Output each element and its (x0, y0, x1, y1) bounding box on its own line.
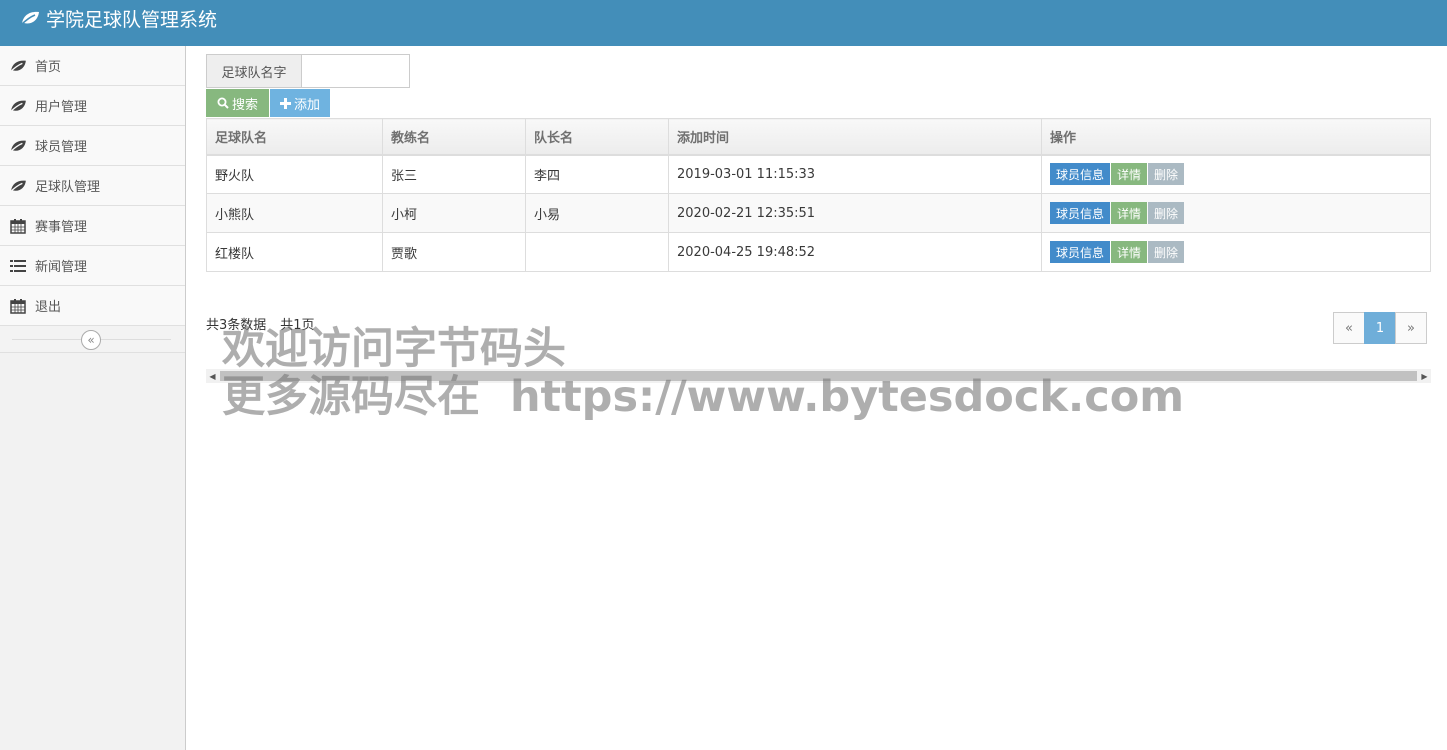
total-count-text: 共3条数据 (206, 318, 267, 333)
horizontal-scrollbar[interactable]: ◀ ▶ (206, 369, 1431, 383)
cell-actions: 球员信息 详情 删除 (1041, 193, 1431, 233)
sidebar-item-home[interactable]: 首页 (0, 46, 185, 86)
app-title: 学院足球队管理系统 (46, 8, 218, 31)
sidebar-collapse-button[interactable]: « (81, 330, 101, 350)
sidebar-item-label: 球员管理 (35, 140, 88, 155)
search-icon (217, 97, 229, 109)
cell-added-time: 2019-03-01 11:15:33 (668, 154, 1042, 194)
cell-captain: 李四 (525, 154, 669, 194)
cell-team: 红楼队 (206, 232, 383, 272)
add-button-label: 添加 (293, 97, 320, 113)
sidebar: 首页 用户管理 球员管理 足球队管理 赛事管理 新闻管理 退出 « (0, 46, 186, 750)
sidebar-item-matches[interactable]: 赛事管理 (0, 206, 185, 246)
player-info-button[interactable]: 球员信息 (1050, 202, 1110, 224)
detail-button[interactable]: 详情 (1111, 241, 1147, 263)
toolbar: 搜索 添加 (206, 89, 330, 117)
leaf-icon (9, 137, 27, 155)
leaf-icon (9, 97, 27, 115)
cell-actions: 球员信息 详情 删除 (1041, 232, 1431, 272)
leaf-icon (9, 177, 27, 195)
sidebar-item-users[interactable]: 用户管理 (0, 86, 185, 126)
delete-button[interactable]: 删除 (1148, 163, 1184, 186)
pagination: « 1 » (1333, 312, 1427, 344)
sidebar-item-label: 首页 (35, 60, 62, 75)
cell-team: 野火队 (206, 154, 383, 194)
leaf-icon (9, 57, 27, 75)
total-pages-text: 共1页 (280, 318, 315, 333)
sidebar-item-label: 赛事管理 (35, 220, 88, 235)
cell-coach: 小柯 (382, 193, 526, 233)
player-info-button[interactable]: 球员信息 (1050, 163, 1110, 186)
table-row: 小熊队 小柯 小易 2020-02-21 12:35:51 球员信息 详情 删除 (206, 193, 1431, 233)
table-row: 野火队 张三 李四 2019-03-01 11:15:33 球员信息 详情 删除 (206, 154, 1431, 194)
cell-captain (525, 232, 669, 272)
pagination-summary: 共3条数据 共1页 (206, 314, 315, 333)
sidebar-collapse-bar: « (0, 326, 185, 353)
sidebar-item-label: 足球队管理 (35, 180, 101, 195)
cell-team: 小熊队 (206, 193, 383, 233)
leaf-icon (20, 11, 39, 26)
scroll-right-arrow-icon[interactable]: ▶ (1418, 369, 1431, 383)
cell-captain: 小易 (525, 193, 669, 233)
column-header-coach[interactable]: 教练名 (382, 118, 526, 156)
detail-button[interactable]: 详情 (1111, 163, 1147, 186)
search-button[interactable]: 搜索 (206, 89, 269, 117)
next-page-button[interactable]: » (1395, 312, 1427, 344)
column-header-team[interactable]: 足球队名 (206, 118, 383, 156)
cell-added-time: 2020-04-25 19:48:52 (668, 232, 1042, 272)
scrollbar-thumb[interactable] (220, 371, 1417, 381)
sidebar-item-teams[interactable]: 足球队管理 (0, 166, 185, 206)
table-row: 红楼队 贾歌 2020-04-25 19:48:52 球员信息 详情 删除 (206, 232, 1431, 272)
sidebar-item-players[interactable]: 球员管理 (0, 126, 185, 166)
list-icon (9, 257, 27, 275)
search-group: 足球队名字 (206, 54, 410, 88)
sidebar-item-label: 退出 (35, 300, 62, 315)
player-info-button[interactable]: 球员信息 (1050, 241, 1110, 263)
team-name-search-input[interactable] (301, 54, 410, 88)
column-header-added-time[interactable]: 添加时间 (668, 118, 1042, 156)
delete-button[interactable]: 删除 (1148, 241, 1184, 263)
scroll-left-arrow-icon[interactable]: ◀ (206, 369, 219, 383)
cell-actions: 球员信息 详情 删除 (1041, 154, 1431, 194)
sidebar-item-label: 新闻管理 (35, 260, 88, 275)
cell-coach: 贾歌 (382, 232, 526, 272)
plus-icon (279, 97, 291, 109)
add-button[interactable]: 添加 (270, 89, 330, 117)
sidebar-item-news[interactable]: 新闻管理 (0, 246, 185, 286)
page-button-current[interactable]: 1 (1364, 312, 1396, 344)
search-button-label: 搜索 (231, 97, 258, 113)
calendar-icon (9, 217, 27, 235)
app-brand[interactable]: 学院足球队管理系统 (20, 6, 218, 31)
column-header-actions: 操作 (1041, 118, 1431, 156)
delete-button[interactable]: 删除 (1148, 202, 1184, 224)
cell-added-time: 2020-02-21 12:35:51 (668, 193, 1042, 233)
column-header-captain[interactable]: 队长名 (525, 118, 669, 156)
prev-page-button[interactable]: « (1333, 312, 1365, 344)
detail-button[interactable]: 详情 (1111, 202, 1147, 224)
search-label: 足球队名字 (206, 54, 301, 88)
top-navbar: 学院足球队管理系统 (0, 0, 1447, 46)
main-content: 足球队名字 搜索 添加 足球队名 教练名 队长名 添加时间 操作 野火队 张三 (186, 46, 1447, 750)
teams-table: 足球队名 教练名 队长名 添加时间 操作 野火队 张三 李四 2019-03-0… (206, 118, 1431, 272)
table-header-row: 足球队名 教练名 队长名 添加时间 操作 (206, 118, 1431, 156)
calendar-icon (9, 297, 27, 315)
sidebar-item-logout[interactable]: 退出 (0, 286, 185, 326)
cell-coach: 张三 (382, 154, 526, 194)
sidebar-item-label: 用户管理 (35, 100, 88, 115)
